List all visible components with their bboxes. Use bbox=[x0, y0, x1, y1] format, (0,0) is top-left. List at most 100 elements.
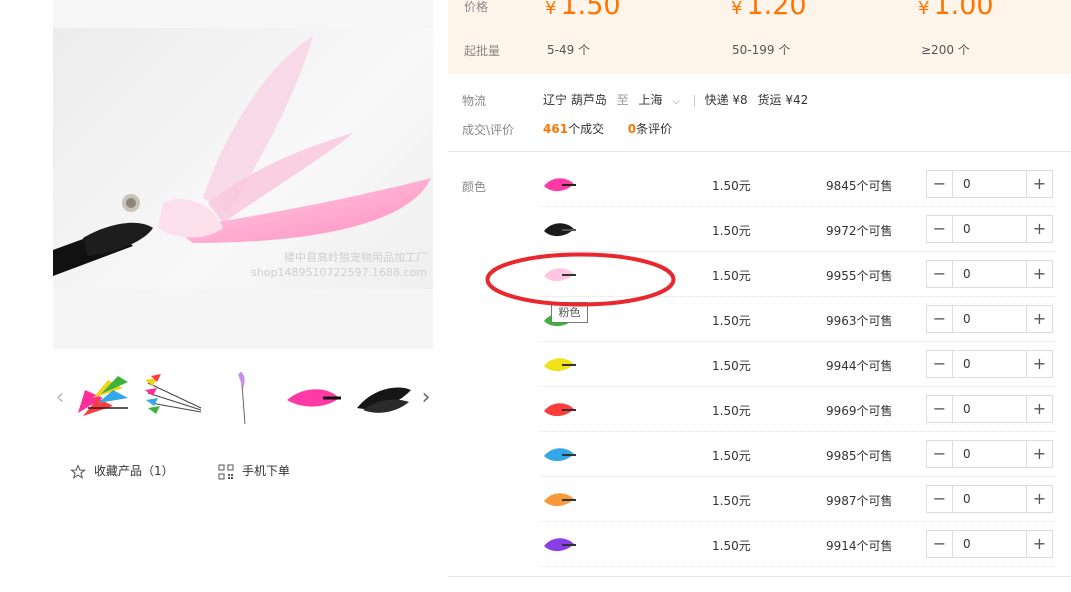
thumb-feather-bunch-mixed[interactable] bbox=[143, 368, 203, 428]
quantity-stepper: −+ bbox=[926, 260, 1053, 288]
decrease-button[interactable]: − bbox=[927, 351, 953, 377]
price-tier-3-value: 1.00 bbox=[933, 0, 994, 21]
thumb-feather-bunch-pink[interactable] bbox=[73, 368, 133, 428]
quantity-input[interactable] bbox=[954, 531, 1026, 557]
feather-swatch-icon bbox=[544, 448, 576, 462]
quantity-input[interactable] bbox=[954, 396, 1026, 422]
sku-color-swatch[interactable] bbox=[542, 442, 576, 468]
price-label: 价格 bbox=[464, 0, 489, 14]
decrease-button[interactable]: − bbox=[927, 441, 953, 467]
increase-button[interactable]: + bbox=[1026, 351, 1052, 377]
price-tier-1-value: 1.50 bbox=[560, 0, 621, 21]
price-tier-1: ¥1.50 bbox=[545, 0, 621, 21]
logistics-divider bbox=[693, 94, 695, 107]
deals-info: 461个成交 0条评价 bbox=[543, 120, 672, 137]
image-bottom-band bbox=[53, 289, 433, 349]
thumbnail-strip: ‹ › bbox=[53, 366, 433, 430]
section-divider bbox=[448, 151, 1071, 152]
favorite-button[interactable]: 收藏产品（1） bbox=[70, 461, 174, 481]
quantity-input[interactable] bbox=[954, 486, 1026, 512]
increase-button[interactable]: + bbox=[1026, 396, 1052, 422]
logistics-origin: 辽宁 葫芦岛 bbox=[543, 93, 607, 107]
thumb-feather-pink[interactable] bbox=[283, 368, 343, 428]
decrease-button[interactable]: − bbox=[927, 486, 953, 512]
decrease-button[interactable]: − bbox=[927, 261, 953, 287]
increase-button[interactable]: + bbox=[1026, 216, 1052, 242]
feather-swatch-icon bbox=[544, 178, 576, 192]
sku-row: 1.50元9955个可售−+ bbox=[540, 252, 1055, 297]
express-fee: 快递 ¥8 bbox=[704, 93, 748, 107]
quantity-stepper: −+ bbox=[926, 530, 1053, 558]
quantity-input[interactable] bbox=[954, 261, 1026, 287]
sku-color-swatch[interactable] bbox=[542, 217, 576, 243]
decrease-button[interactable]: − bbox=[927, 531, 953, 557]
quantity-stepper: −+ bbox=[926, 440, 1053, 468]
thumb-feather-white[interactable] bbox=[213, 368, 273, 428]
yen-symbol: ¥ bbox=[731, 0, 743, 19]
sku-row: 1.50元9914个可售−+ bbox=[540, 522, 1055, 567]
feather-bunch-icon bbox=[78, 376, 128, 416]
decrease-button[interactable]: − bbox=[927, 216, 953, 242]
sku-stock: 9987个可售 bbox=[826, 494, 893, 508]
feather-white-icon bbox=[238, 371, 246, 425]
sku-row: 1.50元9969个可售−+ bbox=[540, 387, 1055, 432]
chevron-right-icon[interactable]: › bbox=[419, 386, 433, 410]
product-page: 楼中县高岭狼宠物用品加工厂 shop1489510722597.1688.com… bbox=[0, 0, 1071, 592]
feather-bunch-mixed-icon bbox=[145, 374, 202, 414]
thumb-feather-black[interactable] bbox=[353, 368, 413, 428]
feather-black-icon bbox=[357, 387, 411, 413]
increase-button[interactable]: + bbox=[1026, 261, 1052, 287]
review-count-suffix[interactable]: 条评价 bbox=[636, 122, 672, 136]
sku-row: 1.50元9963个可售−+ bbox=[540, 297, 1055, 342]
decrease-button[interactable]: − bbox=[927, 396, 953, 422]
sku-stock: 9845个可售 bbox=[826, 179, 893, 193]
sku-price: 1.50元 bbox=[712, 269, 751, 283]
increase-button[interactable]: + bbox=[1026, 486, 1052, 512]
sku-price: 1.50元 bbox=[712, 224, 751, 238]
sku-color-swatch[interactable] bbox=[542, 352, 576, 378]
quantity-input[interactable] bbox=[954, 441, 1026, 467]
sku-color-swatch[interactable] bbox=[542, 397, 576, 423]
destination-select[interactable]: 上海 bbox=[639, 93, 663, 107]
qty-range-3: ≥200 个 bbox=[921, 43, 970, 57]
quantity-input[interactable] bbox=[954, 351, 1026, 377]
qr-code-icon bbox=[218, 464, 234, 479]
increase-button[interactable]: + bbox=[1026, 441, 1052, 467]
qty-range-2: 50-199 个 bbox=[732, 43, 791, 57]
quantity-input[interactable] bbox=[954, 171, 1026, 197]
logistics-info: 辽宁 葫芦岛 至 上海 ⌵ 快递 ¥8 货运 ¥42 bbox=[543, 91, 814, 109]
sku-stock: 9914个可售 bbox=[826, 539, 893, 553]
quantity-stepper: −+ bbox=[926, 170, 1053, 198]
decrease-button[interactable]: − bbox=[927, 306, 953, 332]
yen-symbol: ¥ bbox=[545, 0, 557, 19]
feather-swatch-icon bbox=[544, 223, 576, 237]
increase-button[interactable]: + bbox=[1026, 171, 1052, 197]
chevron-down-icon[interactable]: ⌵ bbox=[672, 93, 680, 111]
sku-row: 1.50元9845个可售−+ bbox=[540, 162, 1055, 207]
watermark-line1: 楼中县高岭狼宠物用品加工厂 bbox=[284, 251, 427, 264]
freight-fee: 货运 ¥42 bbox=[757, 93, 809, 107]
sku-color-swatch[interactable] bbox=[542, 532, 576, 558]
decrease-button[interactable]: − bbox=[927, 171, 953, 197]
quantity-input[interactable] bbox=[954, 306, 1026, 332]
sku-stock: 9972个可售 bbox=[826, 224, 893, 238]
deal-count-suffix: 个成交 bbox=[568, 122, 605, 136]
quantity-input[interactable] bbox=[954, 216, 1026, 242]
price-tier-2: ¥1.20 bbox=[731, 0, 807, 21]
sku-price: 1.50元 bbox=[712, 404, 751, 418]
sku-color-swatch[interactable] bbox=[542, 262, 576, 288]
feather-swatch-icon bbox=[544, 403, 576, 417]
chevron-left-icon[interactable]: ‹ bbox=[53, 386, 67, 410]
sku-row: 1.50元9987个可售−+ bbox=[540, 477, 1055, 522]
sku-color-swatch[interactable] bbox=[542, 172, 576, 198]
qty-range-1: 5-49 个 bbox=[547, 43, 591, 57]
increase-button[interactable]: + bbox=[1026, 306, 1052, 332]
review-count[interactable]: 0 bbox=[628, 122, 636, 136]
quantity-stepper: −+ bbox=[926, 485, 1053, 513]
increase-button[interactable]: + bbox=[1026, 531, 1052, 557]
mobile-order-button[interactable]: 手机下单 bbox=[218, 461, 290, 481]
sku-color-swatch[interactable] bbox=[542, 487, 576, 513]
main-product-image[interactable]: 楼中县高岭狼宠物用品加工厂 shop1489510722597.1688.com bbox=[53, 0, 433, 349]
sku-stock: 9955个可售 bbox=[826, 269, 893, 283]
shop-watermark: 楼中县高岭狼宠物用品加工厂 shop1489510722597.1688.com bbox=[251, 250, 427, 280]
